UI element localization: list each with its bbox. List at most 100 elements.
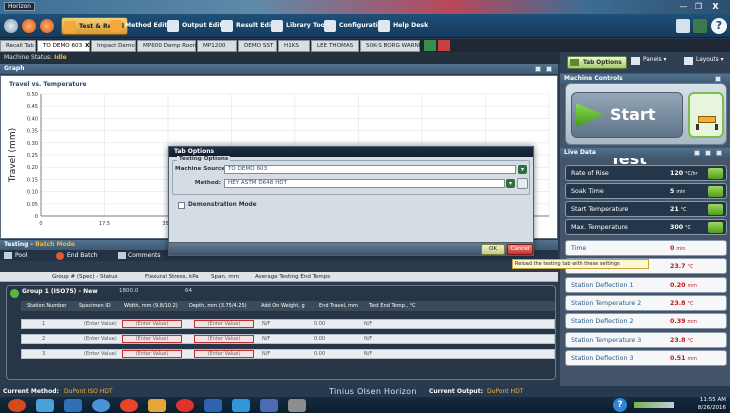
width-input[interactable]: (Enter Value) (122, 350, 182, 358)
tab-3[interactable]: MP600 Demp Room (137, 40, 198, 52)
file-explorer-icon[interactable] (36, 399, 54, 412)
machine-source-dropdown-icon[interactable]: ▾ (518, 165, 527, 174)
new-tab-icon[interactable] (424, 40, 436, 51)
specimen-id-input[interactable]: (Enter Value) (84, 335, 117, 343)
end-batch-icon[interactable] (56, 252, 64, 260)
machine-status: Machine Status: Idle (0, 52, 560, 64)
live-data-item: Soak Time 5 min (565, 183, 727, 199)
clock-date[interactable]: 8/26/2016 (686, 405, 726, 411)
live-data-label: Soak Time (571, 188, 604, 195)
width-input[interactable]: (Enter Value) (122, 320, 182, 328)
live-data-unit: mm (687, 320, 697, 326)
edit-value-icon[interactable] (708, 222, 723, 233)
help-icon[interactable]: ? (711, 18, 727, 34)
horizon-taskbar-icon[interactable] (260, 399, 278, 412)
help-tray-icon[interactable]: ? (613, 398, 627, 412)
method-dropdown-icon[interactable]: ▾ (506, 179, 515, 188)
specimen-id-input[interactable]: (Enter Value) (84, 320, 117, 328)
live-data-label: Station Temperature 3 (571, 336, 642, 344)
live-data-restore-icon[interactable] (705, 150, 711, 156)
media-player-icon[interactable] (64, 399, 82, 412)
ribbon-item-6[interactable]: Help Desk (376, 17, 431, 35)
stop-icon[interactable] (40, 19, 54, 33)
delete-tab-icon[interactable] (438, 40, 450, 51)
group-flexural: 1800.0 (119, 288, 139, 294)
y-tick-label: 0.05 (27, 202, 38, 208)
demo-mode-checkbox[interactable] (178, 202, 185, 209)
home-icon[interactable] (22, 19, 36, 33)
search-icon[interactable] (517, 178, 528, 189)
settings-icon[interactable] (693, 19, 707, 33)
live-data-number: 0.51 (670, 354, 686, 362)
method-select[interactable]: HEY ASTM D648 HDT (224, 179, 505, 188)
window-title: Horizon (4, 2, 35, 11)
live-data-min-icon[interactable] (694, 150, 700, 156)
paint-icon[interactable] (288, 399, 306, 412)
edit-value-icon[interactable] (708, 204, 723, 215)
comments-icon[interactable] (118, 252, 126, 259)
app-icon[interactable] (148, 399, 166, 412)
live-data-close-icon[interactable] (716, 150, 722, 156)
close-button[interactable]: X (709, 1, 722, 12)
panels-label: Panels (643, 57, 662, 63)
tab-2[interactable]: Impact Demo (91, 40, 136, 52)
word-icon[interactable] (204, 399, 222, 412)
maximize-button[interactable]: ❐ (692, 1, 705, 12)
firefox-icon[interactable] (120, 399, 138, 412)
edit-value-icon[interactable] (708, 168, 723, 179)
clock-time[interactable]: 11:55 AM (686, 397, 726, 403)
close-tab-icon[interactable]: X (85, 43, 89, 49)
minimize-button[interactable]: — (677, 1, 690, 12)
group-toggle-icon[interactable] (10, 289, 19, 298)
edit-value-icon[interactable] (708, 186, 723, 197)
start-menu-icon[interactable] (8, 399, 26, 412)
machine-source-select[interactable]: TO DEMO 603 (224, 165, 516, 174)
cancel-button[interactable]: Cancel (507, 244, 533, 255)
tray-icons[interactable] (634, 402, 674, 408)
tab-label: DEMO SST (244, 43, 274, 49)
depth-input[interactable]: (Enter Value) (194, 335, 254, 343)
end-temp: N/F (364, 336, 373, 342)
back-icon[interactable] (4, 19, 18, 33)
tab-5[interactable]: DEMO SST (238, 40, 277, 52)
depth-input[interactable]: (Enter Value) (194, 350, 254, 358)
tab-8[interactable]: 50K-S BORG WARNER (360, 40, 426, 52)
end-temp: N/F (364, 351, 373, 357)
screen-icon[interactable] (676, 19, 690, 33)
y-axis-label: Travel (mm) (8, 128, 18, 183)
tab-0[interactable]: Recall Tab (0, 40, 36, 52)
live-data-number: 23.7 (670, 263, 686, 271)
live-data-label: Station Deflection 3 (571, 354, 634, 362)
end-batch-button[interactable]: End Batch (67, 250, 98, 261)
close-panel-icon[interactable] (546, 66, 552, 72)
expand-panel-icon[interactable] (715, 76, 721, 82)
chrome-icon[interactable] (176, 399, 194, 412)
current-method-label: Current Method: (3, 388, 59, 395)
window-restore-icon[interactable] (535, 66, 541, 72)
tab-4[interactable]: MP1200 (197, 40, 237, 52)
play-icon (576, 103, 604, 127)
specimen-header-row: Station Number Specimen ID Width, mm (9.8/… (21, 301, 555, 311)
width-input[interactable]: (Enter Value) (122, 335, 182, 343)
addon-weight: N/F (262, 321, 271, 327)
specimen-id-input[interactable]: (Enter Value) (84, 350, 117, 358)
tab-6[interactable]: H1KS (278, 40, 310, 52)
tab-options-dialog: Tab Options Testing Options Machine Sour… (168, 146, 534, 254)
tab-1[interactable]: TO DEMO 603 X (37, 40, 90, 52)
specimen-icon[interactable] (688, 92, 724, 138)
ie-browser-icon[interactable] (92, 399, 110, 412)
skype-icon[interactable] (232, 399, 250, 412)
x-tick-label: 0 (39, 221, 42, 227)
tab-7[interactable]: LEE THOMAS (311, 40, 359, 52)
layouts-menu[interactable]: Layouts ▾ (684, 57, 724, 65)
test-tabs: Recall Tab TO DEMO 603 X Impact Demo MP600 D… (0, 39, 730, 52)
depth-input[interactable]: (Enter Value) (194, 320, 254, 328)
ok-button[interactable]: OK (481, 244, 505, 255)
live-data-unit: °C (687, 265, 694, 271)
tab-options-button[interactable]: Tab Options (567, 56, 627, 69)
comments-button[interactable]: Comments (128, 250, 161, 261)
pool-button[interactable]: Pool (15, 250, 27, 261)
pool-icon[interactable] (4, 252, 12, 259)
panels-menu[interactable]: Panels ▾ (631, 57, 666, 65)
start-test-button[interactable]: Start Test (571, 92, 683, 168)
